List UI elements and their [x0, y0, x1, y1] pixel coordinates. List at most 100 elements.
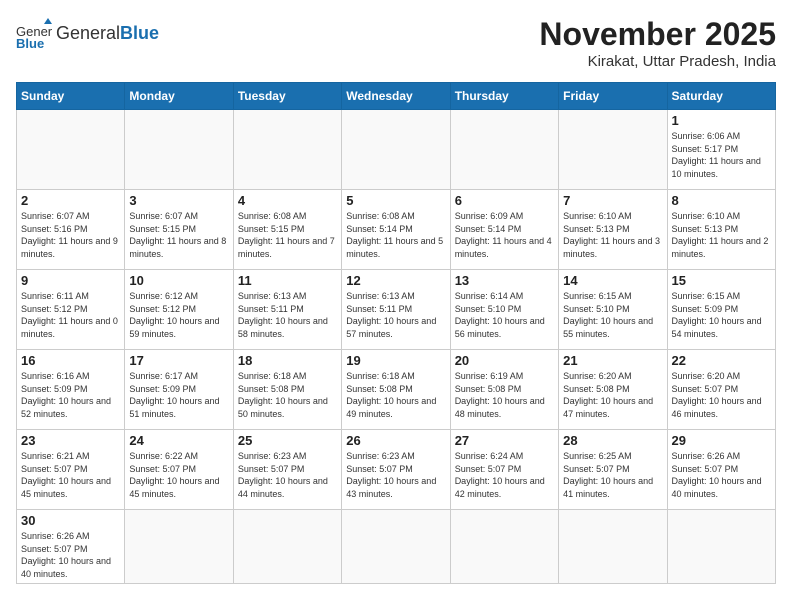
day-info: Sunrise: 6:26 AMSunset: 5:07 PMDaylight:… [672, 450, 771, 500]
day-info: Sunrise: 6:07 AMSunset: 5:15 PMDaylight:… [129, 210, 228, 260]
day-info: Sunrise: 6:10 AMSunset: 5:13 PMDaylight:… [672, 210, 771, 260]
day-number: 2 [21, 193, 120, 208]
day-cell-22: 22 Sunrise: 6:20 AMSunset: 5:07 PMDaylig… [667, 350, 775, 430]
header-saturday: Saturday [667, 83, 775, 110]
day-number: 19 [346, 353, 445, 368]
logo-general: General [56, 23, 120, 43]
month-title: November 2025 [539, 16, 776, 53]
day-info: Sunrise: 6:18 AMSunset: 5:08 PMDaylight:… [238, 370, 337, 420]
day-info: Sunrise: 6:25 AMSunset: 5:07 PMDaylight:… [563, 450, 662, 500]
day-cell-26: 26 Sunrise: 6:23 AMSunset: 5:07 PMDaylig… [342, 430, 450, 510]
page-header: General Blue GeneralBlue November 2025 K… [16, 16, 776, 70]
day-info: Sunrise: 6:23 AMSunset: 5:07 PMDaylight:… [346, 450, 445, 500]
day-cell-1: 1 Sunrise: 6:06 AMSunset: 5:17 PMDayligh… [667, 110, 775, 190]
day-cell-3: 3 Sunrise: 6:07 AMSunset: 5:15 PMDayligh… [125, 190, 233, 270]
empty-cell [559, 110, 667, 190]
table-row: 16 Sunrise: 6:16 AMSunset: 5:09 PMDaylig… [17, 350, 776, 430]
day-info: Sunrise: 6:09 AMSunset: 5:14 PMDaylight:… [455, 210, 554, 260]
empty-cell [342, 510, 450, 584]
header-wednesday: Wednesday [342, 83, 450, 110]
empty-cell [450, 110, 558, 190]
day-cell-28: 28 Sunrise: 6:25 AMSunset: 5:07 PMDaylig… [559, 430, 667, 510]
empty-cell [342, 110, 450, 190]
day-cell-18: 18 Sunrise: 6:18 AMSunset: 5:08 PMDaylig… [233, 350, 341, 430]
day-info: Sunrise: 6:10 AMSunset: 5:13 PMDaylight:… [563, 210, 662, 260]
day-number: 15 [672, 273, 771, 288]
day-number: 22 [672, 353, 771, 368]
empty-cell [559, 510, 667, 584]
calendar-table: Sunday Monday Tuesday Wednesday Thursday… [16, 82, 776, 584]
day-cell-5: 5 Sunrise: 6:08 AMSunset: 5:14 PMDayligh… [342, 190, 450, 270]
table-row: 9 Sunrise: 6:11 AMSunset: 5:12 PMDayligh… [17, 270, 776, 350]
day-number: 26 [346, 433, 445, 448]
day-info: Sunrise: 6:18 AMSunset: 5:08 PMDaylight:… [346, 370, 445, 420]
day-cell-10: 10 Sunrise: 6:12 AMSunset: 5:12 PMDaylig… [125, 270, 233, 350]
day-info: Sunrise: 6:13 AMSunset: 5:11 PMDaylight:… [238, 290, 337, 340]
day-number: 8 [672, 193, 771, 208]
day-info: Sunrise: 6:13 AMSunset: 5:11 PMDaylight:… [346, 290, 445, 340]
header-tuesday: Tuesday [233, 83, 341, 110]
day-number: 12 [346, 273, 445, 288]
day-info: Sunrise: 6:08 AMSunset: 5:15 PMDaylight:… [238, 210, 337, 260]
day-cell-19: 19 Sunrise: 6:18 AMSunset: 5:08 PMDaylig… [342, 350, 450, 430]
day-number: 3 [129, 193, 228, 208]
day-cell-14: 14 Sunrise: 6:15 AMSunset: 5:10 PMDaylig… [559, 270, 667, 350]
day-number: 14 [563, 273, 662, 288]
logo-blue: Blue [120, 23, 159, 43]
empty-cell [125, 510, 233, 584]
day-number: 24 [129, 433, 228, 448]
day-number: 20 [455, 353, 554, 368]
logo-icon: General Blue [16, 16, 52, 52]
day-info: Sunrise: 6:07 AMSunset: 5:16 PMDaylight:… [21, 210, 120, 260]
day-cell-13: 13 Sunrise: 6:14 AMSunset: 5:10 PMDaylig… [450, 270, 558, 350]
header-sunday: Sunday [17, 83, 125, 110]
day-info: Sunrise: 6:20 AMSunset: 5:08 PMDaylight:… [563, 370, 662, 420]
day-number: 10 [129, 273, 228, 288]
day-info: Sunrise: 6:22 AMSunset: 5:07 PMDaylight:… [129, 450, 228, 500]
empty-cell [233, 510, 341, 584]
day-info: Sunrise: 6:16 AMSunset: 5:09 PMDaylight:… [21, 370, 120, 420]
day-number: 4 [238, 193, 337, 208]
day-cell-24: 24 Sunrise: 6:22 AMSunset: 5:07 PMDaylig… [125, 430, 233, 510]
day-number: 30 [21, 513, 120, 528]
table-row: 2 Sunrise: 6:07 AMSunset: 5:16 PMDayligh… [17, 190, 776, 270]
day-info: Sunrise: 6:24 AMSunset: 5:07 PMDaylight:… [455, 450, 554, 500]
day-cell-23: 23 Sunrise: 6:21 AMSunset: 5:07 PMDaylig… [17, 430, 125, 510]
header-thursday: Thursday [450, 83, 558, 110]
day-cell-4: 4 Sunrise: 6:08 AMSunset: 5:15 PMDayligh… [233, 190, 341, 270]
day-number: 6 [455, 193, 554, 208]
day-number: 23 [21, 433, 120, 448]
day-cell-17: 17 Sunrise: 6:17 AMSunset: 5:09 PMDaylig… [125, 350, 233, 430]
day-number: 17 [129, 353, 228, 368]
logo: General Blue GeneralBlue [16, 16, 159, 52]
day-cell-29: 29 Sunrise: 6:26 AMSunset: 5:07 PMDaylig… [667, 430, 775, 510]
day-number: 11 [238, 273, 337, 288]
day-number: 18 [238, 353, 337, 368]
day-info: Sunrise: 6:15 AMSunset: 5:09 PMDaylight:… [672, 290, 771, 340]
day-number: 28 [563, 433, 662, 448]
day-cell-6: 6 Sunrise: 6:09 AMSunset: 5:14 PMDayligh… [450, 190, 558, 270]
empty-cell [17, 110, 125, 190]
logo-text: GeneralBlue [56, 24, 159, 44]
day-info: Sunrise: 6:11 AMSunset: 5:12 PMDaylight:… [21, 290, 120, 340]
day-number: 25 [238, 433, 337, 448]
day-info: Sunrise: 6:19 AMSunset: 5:08 PMDaylight:… [455, 370, 554, 420]
day-info: Sunrise: 6:08 AMSunset: 5:14 PMDaylight:… [346, 210, 445, 260]
day-cell-21: 21 Sunrise: 6:20 AMSunset: 5:08 PMDaylig… [559, 350, 667, 430]
day-number: 21 [563, 353, 662, 368]
day-cell-15: 15 Sunrise: 6:15 AMSunset: 5:09 PMDaylig… [667, 270, 775, 350]
day-number: 29 [672, 433, 771, 448]
day-cell-27: 27 Sunrise: 6:24 AMSunset: 5:07 PMDaylig… [450, 430, 558, 510]
table-row: 30 Sunrise: 6:26 AMSunset: 5:07 PMDaylig… [17, 510, 776, 584]
empty-cell [233, 110, 341, 190]
day-info: Sunrise: 6:20 AMSunset: 5:07 PMDaylight:… [672, 370, 771, 420]
day-cell-7: 7 Sunrise: 6:10 AMSunset: 5:13 PMDayligh… [559, 190, 667, 270]
table-row: 23 Sunrise: 6:21 AMSunset: 5:07 PMDaylig… [17, 430, 776, 510]
table-row: 1 Sunrise: 6:06 AMSunset: 5:17 PMDayligh… [17, 110, 776, 190]
day-info: Sunrise: 6:14 AMSunset: 5:10 PMDaylight:… [455, 290, 554, 340]
empty-cell [125, 110, 233, 190]
day-info: Sunrise: 6:06 AMSunset: 5:17 PMDaylight:… [672, 130, 771, 180]
day-info: Sunrise: 6:21 AMSunset: 5:07 PMDaylight:… [21, 450, 120, 500]
day-cell-11: 11 Sunrise: 6:13 AMSunset: 5:11 PMDaylig… [233, 270, 341, 350]
day-info: Sunrise: 6:23 AMSunset: 5:07 PMDaylight:… [238, 450, 337, 500]
